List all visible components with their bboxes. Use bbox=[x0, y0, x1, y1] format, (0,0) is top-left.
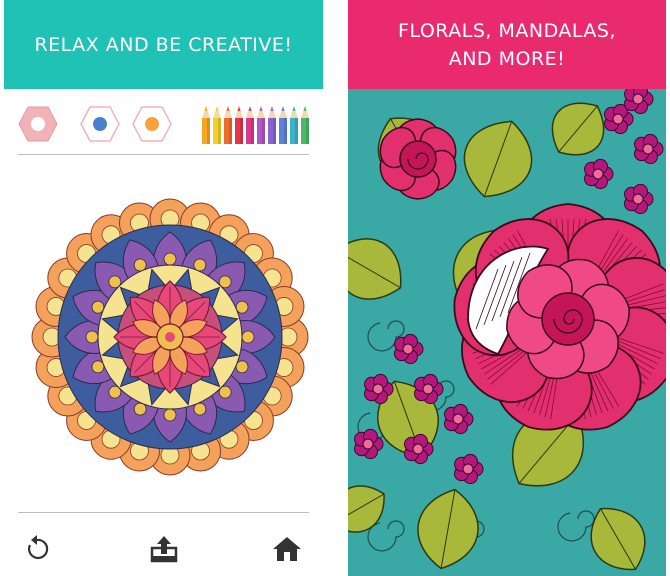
share-icon[interactable] bbox=[149, 534, 179, 564]
right-banner-text: FLORALS, MANDALAS, AND MORE! bbox=[398, 19, 616, 70]
left-banner: RELAX AND BE CREATIVE! bbox=[4, 0, 323, 89]
left-banner-text: RELAX AND BE CREATIVE! bbox=[34, 33, 293, 56]
hexagon-blue-button[interactable] bbox=[80, 106, 120, 142]
mandala-artwork[interactable] bbox=[30, 197, 310, 477]
hexagon-orange-button[interactable] bbox=[132, 106, 172, 142]
right-banner: FLORALS, MANDALAS, AND MORE! bbox=[348, 0, 666, 89]
pencils-icon[interactable] bbox=[200, 104, 312, 146]
right-screenshot: FLORALS, MANDALAS, AND MORE! bbox=[348, 0, 666, 576]
undo-icon[interactable] bbox=[22, 534, 52, 564]
hexagon-palette-button[interactable] bbox=[18, 106, 58, 142]
floral-artwork bbox=[348, 89, 666, 576]
left-screenshot: RELAX AND BE CREATIVE! bbox=[4, 0, 323, 576]
top-divider bbox=[18, 154, 309, 155]
bottom-bar bbox=[4, 520, 323, 576]
toolbar bbox=[4, 100, 323, 146]
bottom-divider bbox=[18, 512, 309, 513]
home-icon[interactable] bbox=[272, 534, 302, 564]
